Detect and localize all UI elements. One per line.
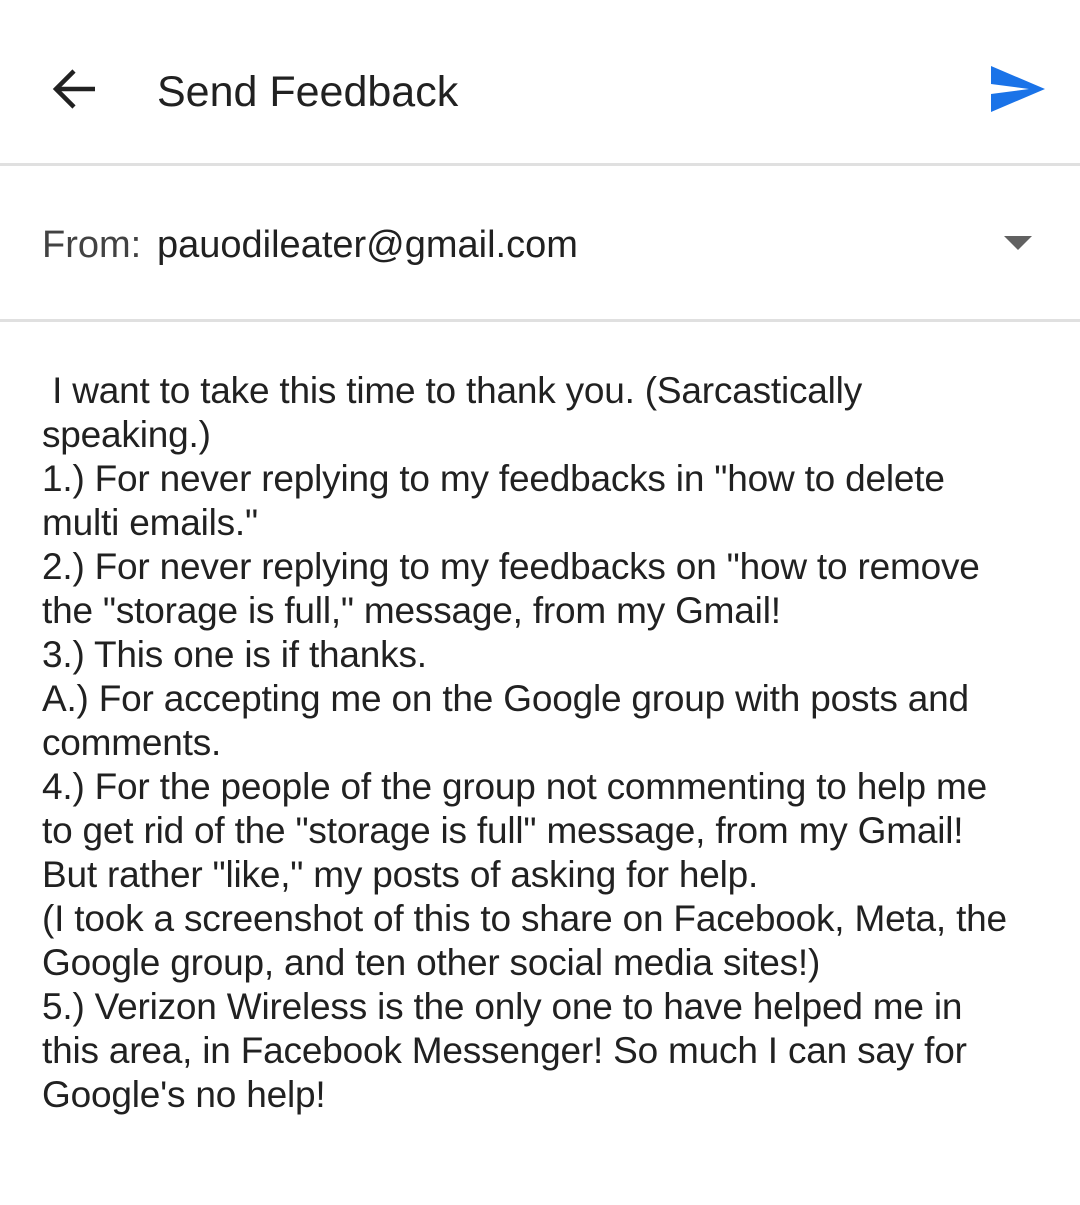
chevron-down-icon[interactable] xyxy=(1000,229,1036,257)
feedback-text-line: But rather "like," my posts of asking fo… xyxy=(42,854,759,895)
back-button[interactable] xyxy=(40,56,110,126)
feedback-text-line: multi emails." xyxy=(42,502,258,543)
feedback-text-line: 2.) For never replying to my feedbacks o… xyxy=(42,546,980,587)
from-account-selector[interactable]: From: pauodileater@gmail.com xyxy=(0,169,1080,322)
feedback-text-line: (I took a screenshot of this to share on… xyxy=(42,898,1007,939)
from-email: pauodileater@gmail.com xyxy=(157,224,578,266)
feedback-text-line: this area, in Facebook Messenger! So muc… xyxy=(42,1030,967,1071)
feedback-text-line: to get rid of the "storage is full" mess… xyxy=(42,810,964,851)
feedback-text-line: 5.) Verizon Wireless is the only one to … xyxy=(42,986,963,1027)
feedback-text-line: speaking.) xyxy=(42,414,211,455)
feedback-text-line: comments. xyxy=(42,722,222,763)
feedback-text-area[interactable]: I want to take this time to thank you. (… xyxy=(42,369,1052,1117)
feedback-text-line: A.) For accepting me on the Google group… xyxy=(42,678,969,719)
feedback-text-line: 1.) For never replying to my feedbacks i… xyxy=(42,458,945,499)
feedback-text-line: the "storage is full," message, from my … xyxy=(42,590,781,631)
arrow-back-icon xyxy=(52,68,98,114)
page-title: Send Feedback xyxy=(157,68,459,116)
send-icon xyxy=(989,64,1047,119)
feedback-text-line: 3.) This one is if thanks. xyxy=(42,634,427,675)
from-label: From: xyxy=(42,224,142,266)
send-button[interactable] xyxy=(978,56,1058,126)
feedback-text-line: Google's no help! xyxy=(42,1074,326,1115)
feedback-text-line: 4.) For the people of the group not comm… xyxy=(42,766,987,807)
feedback-text-line: Google group, and ten other social media… xyxy=(42,942,821,983)
send-feedback-screen: Send Feedback From: pauodileater@gmail.c… xyxy=(0,0,1080,1205)
feedback-text-line: I want to take this time to thank you. (… xyxy=(42,370,863,411)
top-app-bar: Send Feedback xyxy=(0,0,1080,166)
